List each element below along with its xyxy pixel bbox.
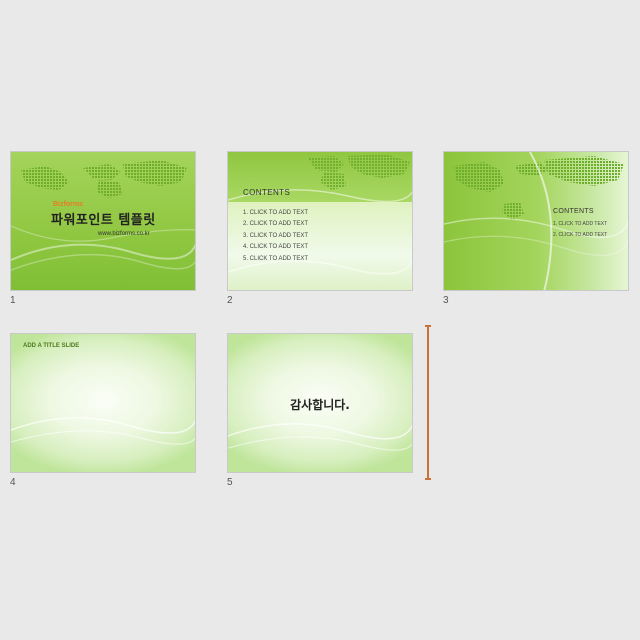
slide-title: 파워포인트 템플릿 xyxy=(51,213,156,228)
list-item: 5. CLICK TO ADD TEXT xyxy=(243,255,309,262)
slide-number: 3 xyxy=(443,295,449,306)
list-item: 2. CLICK TO ADD TEXT xyxy=(243,221,309,228)
contents-list: 1. CLICK TO ADD TEXT 2. CLICK TO ADD TEX… xyxy=(553,219,607,241)
slide-thumbnail-2[interactable]: CONTENTS 1. CLICK TO ADD TEXT 2. CLICK T… xyxy=(227,151,413,291)
wave-decoration xyxy=(11,417,195,445)
contents-heading: CONTENTS xyxy=(243,188,291,197)
slide-thumbnail-3[interactable]: CONTENTS 1. CLICK TO ADD TEXT 2. CLICK T… xyxy=(443,151,629,291)
contents-heading: CONTENTS xyxy=(553,208,594,215)
slide-number: 1 xyxy=(10,295,16,306)
slide-number: 4 xyxy=(10,477,16,488)
slide-number: 2 xyxy=(227,295,233,306)
slide-thumbnail-4[interactable]: ADD A TITLE SLIDE xyxy=(10,333,196,473)
slide-title: ADD A TITLE SLIDE xyxy=(23,343,80,349)
insertion-marker xyxy=(425,325,431,480)
contents-list: 1. CLICK TO ADD TEXT 2. CLICK TO ADD TEX… xyxy=(243,208,308,265)
list-item: 3. CLICK TO ADD TEXT xyxy=(243,232,309,239)
closing-text: 감사합니다. xyxy=(290,398,350,412)
slide-thumbnail-5[interactable]: 감사합니다. xyxy=(227,333,413,473)
slide-thumbnail-1[interactable]: Bizforms 파워포인트 템플릿 www.bizforms.co.kr xyxy=(10,151,196,291)
website-url: www.bizforms.co.kr xyxy=(98,231,150,237)
brand-text: Bizforms xyxy=(53,201,83,208)
list-item: 1. CLICK TO ADD TEXT xyxy=(243,210,309,216)
list-item: 1. CLICK TO ADD TEXT xyxy=(553,221,608,227)
slide-number: 5 xyxy=(227,477,233,488)
list-item: 2. CLICK TO ADD TEXT xyxy=(553,232,608,238)
list-item: 4. CLICK TO ADD TEXT xyxy=(243,244,309,251)
slide-sorter: Bizforms 파워포인트 템플릿 www.bizforms.co.kr 1 … xyxy=(0,0,640,640)
